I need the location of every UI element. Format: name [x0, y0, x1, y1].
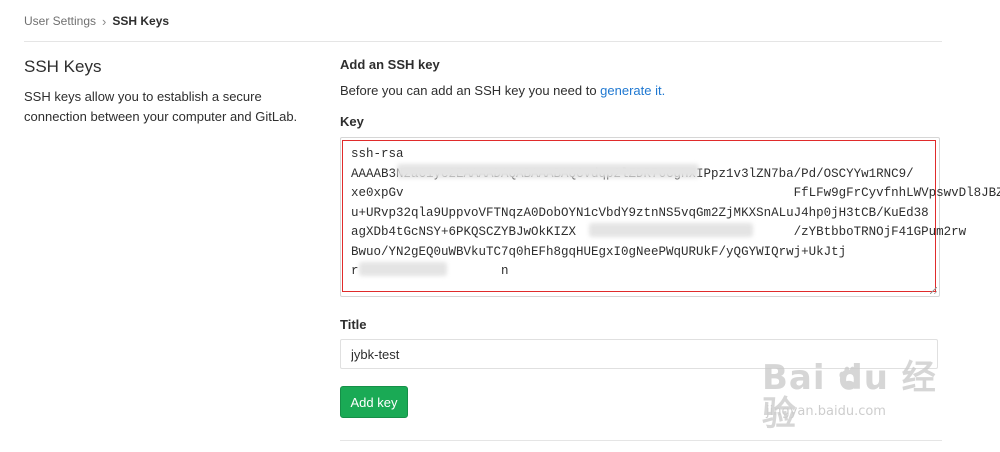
breadcrumb-current-page: SSH Keys [112, 14, 170, 28]
title-input[interactable] [340, 339, 938, 369]
form-footer-divider [340, 440, 942, 441]
chevron-right-icon: › [102, 13, 107, 29]
breadcrumb-user-settings-link[interactable]: User Settings [24, 14, 96, 28]
generate-it-link[interactable]: generate it. [600, 83, 665, 98]
title-field-label: Title [340, 317, 367, 332]
form-heading: Add an SSH key [340, 57, 440, 72]
header-divider [24, 41, 942, 42]
breadcrumb: User Settings › SSH Keys [24, 12, 169, 30]
redacted-region [397, 164, 699, 178]
textarea-resize-handle[interactable] [930, 287, 937, 294]
redacted-region [589, 223, 753, 237]
section-description: SSH keys allow you to establish a secure… [24, 89, 298, 124]
form-intro: Before you can add an SSH key you need t… [340, 83, 940, 101]
watermark-subtitle: jingyan.baidu.com [766, 404, 886, 419]
key-field-label: Key [340, 114, 364, 129]
add-ssh-key-form: Add an SSH key Before you can add an SSH… [340, 57, 1000, 418]
form-intro-text: Before you can add an SSH key you need t… [340, 83, 601, 98]
redacted-region [359, 262, 447, 276]
paw-icon [839, 366, 860, 390]
add-key-button[interactable]: Add key [340, 386, 408, 418]
section-title: SSH Keys [24, 57, 102, 76]
watermark-logo-text: Bai du 经验 [762, 358, 937, 434]
baidu-jingyan-watermark: Bai du 经验 jingyan.baidu.com [762, 360, 962, 440]
key-textarea[interactable]: ssh-rsa AAAAB3NzaC1yc2EAAAADAQABAAABAQCv… [340, 137, 1000, 297]
settings-sidebar-description: SSH Keys SSH keys allow you to establish… [24, 57, 324, 127]
